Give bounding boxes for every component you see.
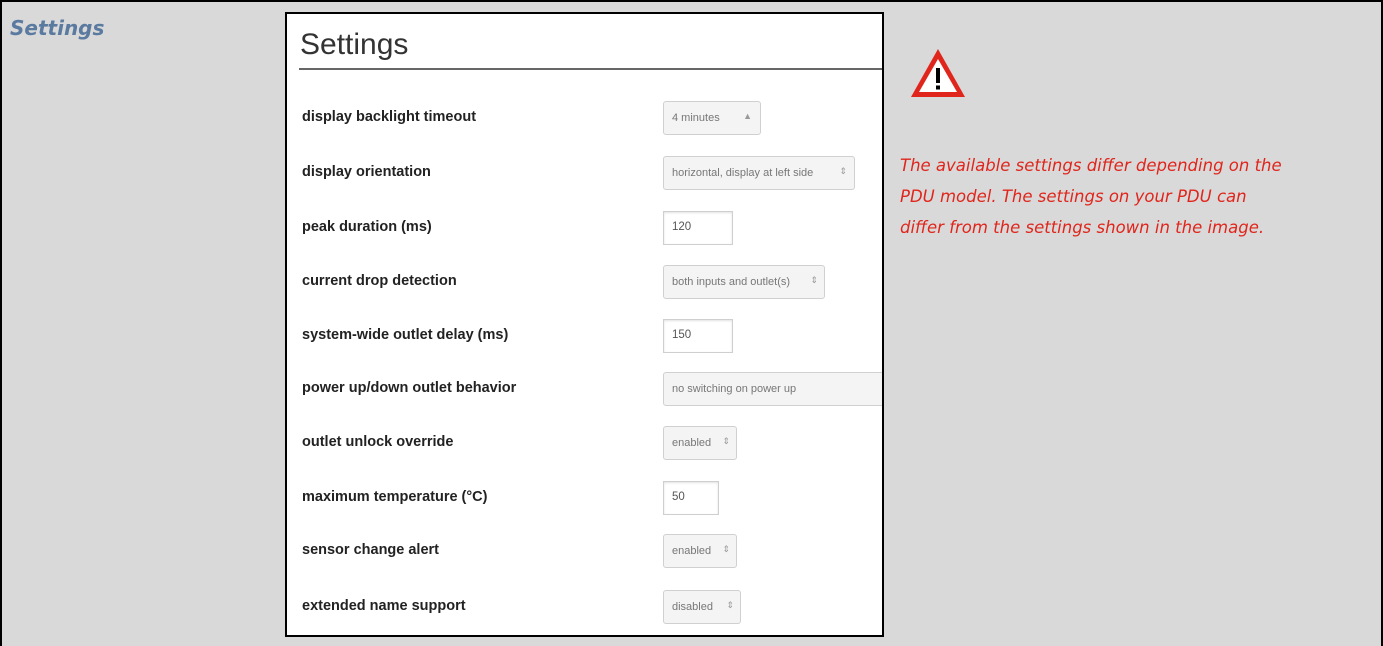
setting-row: peak duration (ms) 120 <box>287 211 882 247</box>
power-outlet-behavior-select[interactable]: no switching on power up <box>663 372 882 406</box>
note-line: PDU model. The settings on your PDU can <box>900 187 1247 206</box>
setting-label: maximum temperature (°C) <box>302 489 488 505</box>
backlight-timeout-select[interactable]: 4 minutes ▲ <box>663 101 761 135</box>
select-arrows-icon: ⇕ <box>722 436 730 446</box>
outlet-delay-input[interactable]: 150 <box>663 319 733 353</box>
current-drop-detection-select[interactable]: both inputs and outlet(s) ⇕ <box>663 265 825 299</box>
setting-row: extended name support disabled ⇕ <box>287 590 882 626</box>
setting-label: sensor change alert <box>302 542 439 558</box>
setting-row: sensor change alert enabled ⇕ <box>287 534 882 570</box>
setting-row: display backlight timeout 4 minutes ▲ <box>287 101 882 137</box>
model-variation-note: The available settings differ depending … <box>900 150 1370 243</box>
setting-label: system-wide outlet delay (ms) <box>302 327 509 343</box>
section-title: Settings <box>10 16 105 40</box>
setting-label: display backlight timeout <box>302 109 477 125</box>
document-frame: Settings Settings display backlight time… <box>0 0 1383 646</box>
setting-label: current drop detection <box>302 273 457 289</box>
setting-label: power up/down outlet behavior <box>302 380 517 396</box>
select-arrows-icon: ⇕ <box>726 600 734 610</box>
setting-row: power up/down outlet behavior no switchi… <box>287 372 882 408</box>
setting-row: maximum temperature (°C) 50 <box>287 481 882 517</box>
outlet-unlock-override-select[interactable]: enabled ⇕ <box>663 426 737 460</box>
settings-dialog-title: Settings <box>300 28 409 61</box>
warning-icon <box>911 49 965 97</box>
setting-row: current drop detection both inputs and o… <box>287 265 882 301</box>
setting-row: outlet unlock override enabled ⇕ <box>287 426 882 462</box>
max-temperature-input[interactable]: 50 <box>663 481 719 515</box>
note-line: The available settings differ depending … <box>900 156 1282 175</box>
settings-screenshot: Settings display backlight timeout 4 min… <box>285 12 884 637</box>
setting-label: display orientation <box>302 164 431 180</box>
setting-row: system-wide outlet delay (ms) 150 <box>287 319 882 355</box>
select-arrows-icon: ▲ <box>743 111 752 121</box>
select-arrows-icon: ⇕ <box>810 275 818 285</box>
setting-label: extended name support <box>302 598 466 614</box>
setting-label: outlet unlock override <box>302 434 454 450</box>
select-arrows-icon: ⇕ <box>839 166 847 176</box>
setting-row: display orientation horizontal, display … <box>287 156 882 192</box>
select-arrows-icon: ⇕ <box>722 544 730 554</box>
title-divider <box>299 68 882 70</box>
note-line: differ from the settings shown in the im… <box>900 218 1265 237</box>
extended-name-support-select[interactable]: disabled ⇕ <box>663 590 741 624</box>
display-orientation-select[interactable]: horizontal, display at left side ⇕ <box>663 156 855 190</box>
sensor-change-alert-select[interactable]: enabled ⇕ <box>663 534 737 568</box>
peak-duration-input[interactable]: 120 <box>663 211 733 245</box>
setting-label: peak duration (ms) <box>302 219 432 235</box>
